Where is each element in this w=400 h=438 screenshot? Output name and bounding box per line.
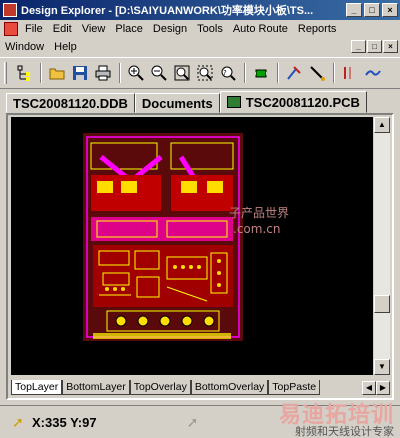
open-folder-icon[interactable] [46, 62, 68, 84]
layer-scroll-right-icon[interactable]: ▶ [376, 380, 390, 395]
watermark-sub: 射频和天线设计专家 [295, 426, 394, 438]
pcb-canvas[interactable]: 子产品世界 .com.cn [11, 117, 373, 375]
vertical-scrollbar[interactable]: ▲ ▼ [374, 117, 390, 375]
tab-pcb-label: TSC20081120.PCB [245, 94, 360, 110]
zoom-area-icon[interactable] [194, 62, 216, 84]
menu-auto-route[interactable]: Auto Route [228, 23, 293, 35]
pad [97, 181, 113, 193]
watermark-main: 易迪拓培训 [278, 402, 394, 427]
toolbar-separator [244, 63, 246, 83]
layer-scroll-left-icon[interactable]: ◀ [362, 380, 376, 395]
layer-tab-toplayer[interactable]: TopLayer [11, 380, 63, 395]
snap-arrow-icon: ➚ [186, 413, 199, 430]
title-bar: Design Explorer - [D:\SAIYUANWORK\功率模块小板… [0, 0, 400, 20]
toolbar-separator [277, 63, 279, 83]
layer-tab-bottomoverlay[interactable]: BottomOverlay [190, 380, 269, 395]
minimize-button[interactable]: _ [346, 3, 362, 17]
close-button[interactable]: × [382, 3, 398, 17]
layer-tab-bottomlayer[interactable]: BottomLayer [62, 380, 130, 395]
tab-pcb[interactable]: TSC20081120.PCB [219, 91, 367, 113]
layer-tabs: TopLayer BottomLayer TopOverlay BottomOv… [11, 379, 390, 396]
svg-text:?: ? [223, 69, 227, 77]
pad [207, 181, 223, 193]
menu-file[interactable]: File [20, 23, 48, 35]
cursor-arrow-icon: ➚ [12, 413, 24, 430]
canvas-watermark: 子产品世界 [229, 206, 289, 220]
tab-ddb[interactable]: TSC20081120.DDB [6, 93, 135, 113]
scroll-up-icon[interactable]: ▲ [374, 117, 390, 133]
zoom-last-icon[interactable]: ? [217, 62, 239, 84]
line-icon[interactable] [339, 62, 361, 84]
toolbar-separator [333, 63, 335, 83]
menu-place[interactable]: Place [110, 23, 148, 35]
save-icon[interactable] [69, 62, 91, 84]
doc-close-button[interactable]: × [383, 40, 398, 53]
menu-reports[interactable]: Reports [293, 23, 342, 35]
scroll-thumb[interactable] [374, 295, 390, 313]
scroll-down-icon[interactable]: ▼ [374, 359, 390, 375]
doc-restore-button[interactable]: □ [367, 40, 382, 53]
pcb-drawing: 子产品世界 .com.cn [83, 133, 289, 341]
window-title: Design Explorer - [D:\SAIYUANWORK\功率模块小板… [21, 5, 314, 17]
watermark: 易迪拓培训 射频和天线设计专家 [234, 404, 394, 438]
tab-documents[interactable]: Documents [134, 93, 220, 113]
board-edge-trace [93, 333, 231, 339]
ratsnest-icon[interactable] [362, 62, 384, 84]
toolbar-separator [40, 63, 42, 83]
menu-tools[interactable]: Tools [192, 23, 228, 35]
print-icon[interactable] [92, 62, 114, 84]
menu-edit[interactable]: Edit [48, 23, 77, 35]
document-tabs: TSC20081120.DDB Documents TSC20081120.PC… [6, 91, 394, 113]
menu-help[interactable]: Help [49, 41, 82, 53]
wire-icon[interactable] [306, 62, 328, 84]
cursor-coordinates: X:335 Y:97 [32, 414, 97, 430]
canvas-watermark-sub: .com.cn [233, 222, 280, 236]
maximize-button[interactable]: □ [364, 3, 380, 17]
pcb-icon [226, 96, 241, 108]
zoom-out-icon[interactable] [148, 62, 170, 84]
pad [121, 181, 137, 193]
menu-bar: File Edit View Place Design Tools Auto R… [0, 20, 400, 56]
menu-design[interactable]: Design [148, 23, 192, 35]
zoom-fit-icon[interactable] [171, 62, 193, 84]
menu-window[interactable]: Window [0, 41, 49, 53]
component-icon[interactable] [250, 62, 272, 84]
main-toolbar: ? [0, 57, 400, 89]
copper-pour [93, 245, 233, 307]
menu-view[interactable]: View [77, 23, 111, 35]
layer-tab-topoverlay[interactable]: TopOverlay [129, 380, 191, 395]
doc-minimize-button[interactable]: _ [351, 40, 366, 53]
pad [181, 181, 197, 193]
app-icon[interactable] [3, 3, 17, 17]
route-tool-icon[interactable] [283, 62, 305, 84]
toolbar-grip[interactable] [4, 62, 7, 84]
tree-icon[interactable] [13, 62, 35, 84]
toolbar-separator [119, 63, 121, 83]
copper-pour [171, 175, 233, 211]
layer-tab-toppaste[interactable]: TopPaste [268, 380, 321, 395]
document-frame: 子产品世界 .com.cn ▲ ▼ TopLayer BottomLayer T… [6, 113, 394, 400]
zoom-in-icon[interactable] [125, 62, 147, 84]
document-icon[interactable] [4, 22, 18, 36]
